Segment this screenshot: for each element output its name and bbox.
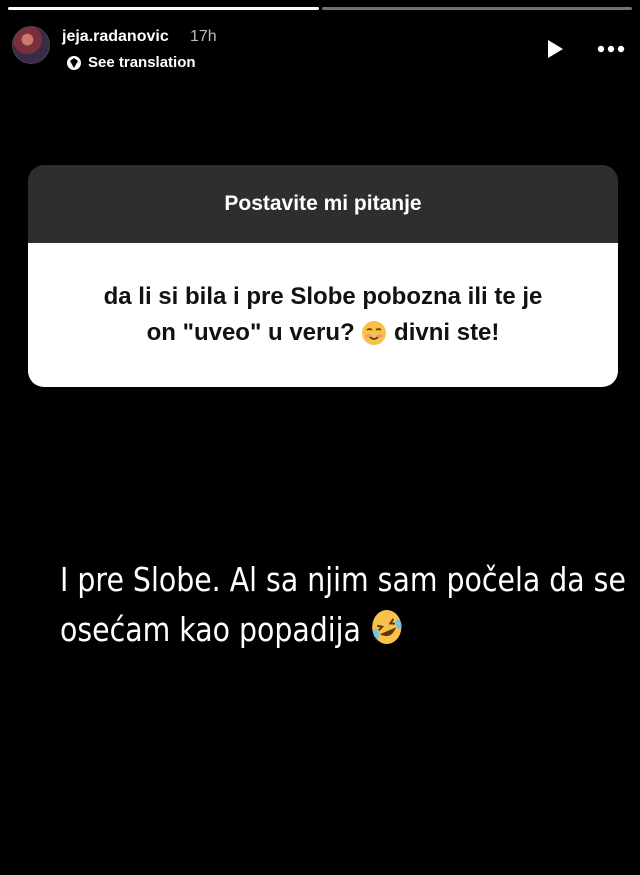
username[interactable]: jeja.radanovic [62,28,169,46]
answer-line-2: osećam kao popadija [60,610,370,649]
question-sticker: Postavite mi pitanje da li si bila i pre… [28,165,618,387]
smiling-face-icon [362,321,387,345]
story-header: jeja.radanovic 17h See translation [12,26,626,72]
answer-line-1: I pre Slobe. Al sa njim sam počela da se [60,560,626,599]
more-options-icon[interactable] [596,38,626,60]
translation-label: See translation [88,54,196,71]
progress-segment [321,7,632,10]
see-translation-button[interactable]: See translation [66,54,196,71]
avatar[interactable] [12,26,50,64]
progress-segment [8,7,319,10]
story-progress-bar [8,7,632,10]
question-text: da li si bila i pre Slobe pobozna ili te… [28,243,618,387]
globe-icon [67,55,81,70]
question-line-1: da li si bila i pre Slobe pobozna ili te… [103,283,543,310]
question-sticker-header: Postavite mi pitanje [28,165,618,243]
rolling-laughing-icon [372,610,402,644]
post-time: 17h [190,28,217,45]
question-tail: divni ste! [394,319,500,346]
answer-text: I pre Slobe. Al sa njim sam počela da se… [60,555,626,655]
play-icon[interactable] [544,38,566,60]
question-line-2: on "uveo" u veru? [146,319,355,346]
